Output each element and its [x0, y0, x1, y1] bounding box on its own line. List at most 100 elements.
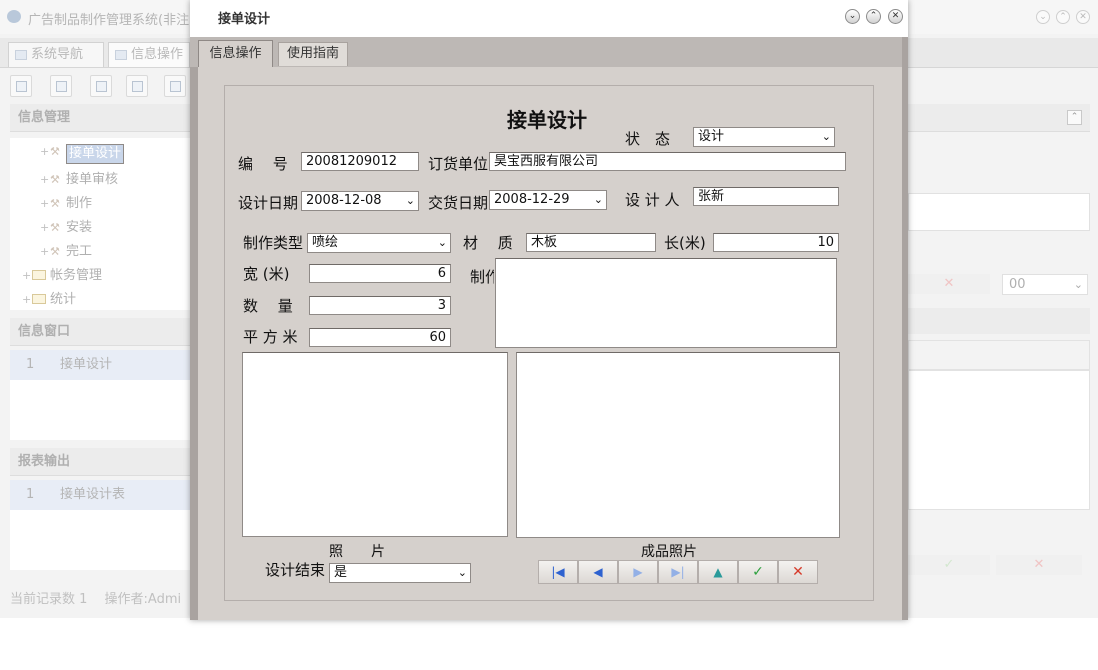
- right-panel-bar: [908, 308, 1090, 334]
- list-item-label: 接单设计表: [60, 487, 126, 502]
- info-window-list: 1 接单设计: [10, 350, 190, 440]
- search-tool-button[interactable]: [10, 75, 32, 97]
- tree-item-accounts[interactable]: + 帐务管理: [22, 264, 102, 283]
- designer-label: 设 计 人: [625, 191, 680, 209]
- tab-system-nav-label: 系统导航: [31, 47, 84, 62]
- tree-item-label: 安装: [66, 220, 93, 235]
- document-tool-button[interactable]: [90, 75, 112, 97]
- last-icon: ▶|: [671, 565, 685, 579]
- make-type-label: 制作类型: [243, 234, 304, 252]
- order-unit-label: 订货单位: [428, 155, 489, 173]
- minimize-icon[interactable]: ⌄: [1036, 10, 1050, 24]
- folder-icon: [32, 294, 46, 304]
- area-label: 平 方 米: [243, 328, 298, 346]
- dialog-tabbar: 信息操作 使用指南: [190, 37, 902, 67]
- list-item[interactable]: 1 接单设计: [10, 350, 190, 380]
- section-report-output: 报表输出: [10, 448, 190, 476]
- length-field[interactable]: 10: [713, 233, 839, 252]
- chevron-down-icon: ⌄: [405, 194, 415, 207]
- tree-item-make[interactable]: +⚒ 制作: [40, 192, 92, 211]
- list-item-number: 1: [26, 487, 35, 502]
- maximize-icon[interactable]: ⌃: [866, 9, 881, 24]
- number-field[interactable]: 20081209012: [301, 152, 419, 171]
- right-select[interactable]: 00 ⌄: [1002, 274, 1088, 295]
- maximize-icon[interactable]: ⌃: [1056, 10, 1070, 24]
- tools-icon: ⚒: [50, 173, 60, 186]
- minimize-icon[interactable]: ⌄: [845, 9, 860, 24]
- material-field[interactable]: 木板: [526, 233, 656, 252]
- prev-record-button[interactable]: ◀: [578, 560, 618, 584]
- production-notes-area[interactable]: [495, 258, 837, 348]
- design-date-label: 设计日期: [238, 194, 299, 212]
- delivery-date-picker[interactable]: 2008-12-29 ⌄: [489, 190, 607, 210]
- number-label: 编 号: [238, 155, 288, 173]
- chevron-down-icon: ⌄: [821, 130, 831, 143]
- tree-item-label: 完工: [66, 244, 93, 259]
- chevron-down-icon: ⌄: [1073, 278, 1083, 291]
- designer-field[interactable]: 张新: [693, 187, 839, 206]
- main-toolbar: [0, 70, 190, 102]
- tab-system-nav[interactable]: 系统导航: [8, 42, 104, 67]
- right-confirm-icon[interactable]: ✓: [908, 555, 990, 575]
- tab-info-ops[interactable]: 信息操作: [198, 40, 273, 67]
- nav-tree: +⚒ 接单设计 +⚒ 接单审核 +⚒ 制作 +⚒ 安装 +⚒ 完工 + 帐务管理 + 统计: [10, 138, 190, 310]
- list-tool-button[interactable]: [50, 75, 72, 97]
- right-panel-field: [908, 193, 1090, 231]
- first-record-button[interactable]: |◀: [538, 560, 578, 584]
- list-item-number: 1: [26, 357, 35, 372]
- chevron-down-icon: ⌄: [593, 193, 603, 206]
- right-cancel-icon-2[interactable]: ✕: [996, 555, 1082, 575]
- up-button[interactable]: ▲: [698, 560, 738, 584]
- photo-label: 照 片: [329, 544, 385, 560]
- design-end-label: 设计结束: [265, 561, 326, 579]
- delivery-date-label: 交货日期: [428, 194, 489, 212]
- tree-item-design[interactable]: +⚒ 接单设计: [40, 144, 125, 164]
- design-end-select[interactable]: 是 ⌄: [329, 563, 471, 583]
- finished-photo-label: 成品照片: [641, 544, 697, 560]
- quantity-field[interactable]: 3: [309, 296, 451, 315]
- last-record-button[interactable]: ▶|: [658, 560, 698, 584]
- tree-item-complete[interactable]: +⚒ 完工: [40, 240, 92, 259]
- tab-info-ops[interactable]: 信息操作: [108, 42, 190, 67]
- up-icon: ▲: [713, 565, 723, 579]
- next-record-button[interactable]: ▶: [618, 560, 658, 584]
- list-item[interactable]: 1 接单设计表: [10, 480, 190, 510]
- tree-item-label: 帐务管理: [50, 268, 103, 283]
- confirm-button[interactable]: ✓: [738, 560, 778, 584]
- folder-icon: [32, 270, 46, 280]
- dialog-body: 信息操作 使用指南 接单设计 状 态 设计 ⌄ 编 号 20081209012 …: [190, 37, 908, 620]
- collapse-icon[interactable]: ⌃: [1067, 110, 1082, 125]
- cancel-button[interactable]: ✕: [778, 560, 818, 584]
- design-date-picker[interactable]: 2008-12-08 ⌄: [301, 191, 419, 211]
- status-label: 状 态: [625, 130, 671, 148]
- length-label: 长(米): [664, 234, 706, 252]
- tree-item-review[interactable]: +⚒ 接单审核: [40, 168, 118, 187]
- dialog-title: 接单设计: [218, 12, 271, 27]
- users-tool-button[interactable]: [126, 75, 148, 97]
- tools-icon: ⚒: [50, 197, 60, 210]
- make-type-select[interactable]: 喷绘 ⌄: [307, 233, 451, 253]
- close-icon[interactable]: ✕: [1076, 10, 1090, 24]
- width-field[interactable]: 6: [309, 264, 451, 283]
- prev-icon: ◀: [593, 565, 603, 579]
- order-unit-field[interactable]: 昊宝西服有限公司: [489, 152, 846, 171]
- area-field[interactable]: 60: [309, 328, 451, 347]
- tree-item-label: 接单设计: [66, 144, 125, 164]
- report-list: 1 接单设计表: [10, 480, 190, 570]
- tab-guide[interactable]: 使用指南: [278, 42, 348, 66]
- search-icon: [16, 81, 27, 92]
- tree-item-stats[interactable]: + 统计: [22, 288, 76, 307]
- tree-item-label: 统计: [50, 292, 77, 307]
- right-panel-header: [908, 104, 1090, 132]
- design-photo-box[interactable]: [242, 352, 508, 537]
- tab-info-ops-label: 信息操作: [131, 47, 184, 62]
- status-select[interactable]: 设计 ⌄: [693, 127, 835, 147]
- tools-icon: ⚒: [50, 145, 60, 158]
- cancel-icon: ✕: [792, 564, 804, 580]
- tree-item-label: 接单审核: [66, 172, 119, 187]
- close-icon[interactable]: ✕: [888, 9, 903, 24]
- right-cancel-icon[interactable]: ✕: [908, 274, 990, 294]
- tree-item-install[interactable]: +⚒ 安装: [40, 216, 92, 235]
- finished-photo-box[interactable]: [516, 352, 840, 538]
- window-tool-button[interactable]: [164, 75, 186, 97]
